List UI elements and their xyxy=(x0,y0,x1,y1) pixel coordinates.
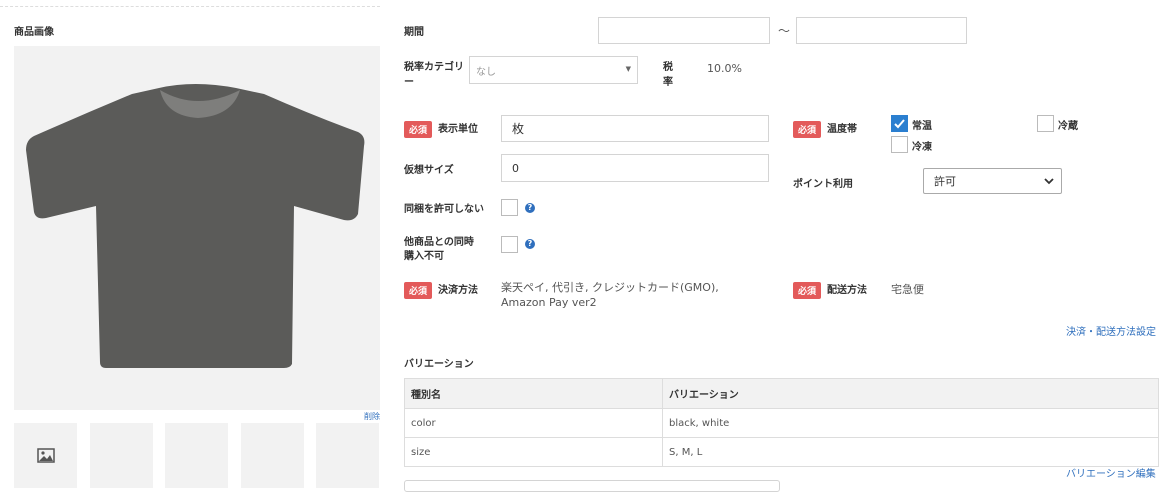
column-header-type: 種別名 xyxy=(404,378,663,409)
temperature-frozen-label: 冷凍 xyxy=(912,142,932,153)
unit-input[interactable]: 枚 xyxy=(501,115,769,142)
simultaneous-checkbox[interactable] xyxy=(501,236,518,253)
required-badge: 必須 xyxy=(793,281,822,299)
unit-label: 表示単位 xyxy=(438,124,479,135)
points-value: 許可 xyxy=(934,175,956,188)
period-end-input[interactable] xyxy=(796,17,967,44)
temperature-label: 温度帯 xyxy=(827,124,858,135)
table-cell: size xyxy=(404,437,663,467)
virtual-size-label: 仮想サイズ xyxy=(404,165,454,176)
payment-label-row: 必須 決済方法 xyxy=(404,281,478,299)
payment-value: 楽天ペイ, 代引き, クレジットカード(GMO), Amazon Pay ver… xyxy=(501,281,719,309)
tax-category-select[interactable]: なし ▼ xyxy=(469,56,638,84)
thumbnail-slot-5[interactable] xyxy=(316,423,379,488)
required-badge: 必須 xyxy=(404,281,433,299)
bundle-label: 同梱を許可しない xyxy=(404,204,484,215)
tax-rate-label: 税率 xyxy=(663,62,673,88)
temperature-normal-checkbox[interactable] xyxy=(891,115,908,132)
points-label: ポイント利用 xyxy=(793,179,853,190)
unit-label-row: 必須 表示単位 xyxy=(404,120,478,138)
period-separator: ～ xyxy=(778,24,791,38)
temperature-normal-label: 常温 xyxy=(912,121,932,132)
tshirt-image xyxy=(26,84,365,368)
bundle-checkbox[interactable] xyxy=(501,199,518,216)
tax-category-label: 税率カテゴリー xyxy=(404,62,464,88)
thumbnail-slot-1[interactable] xyxy=(14,423,77,488)
delete-image-link[interactable]: 削除 xyxy=(364,411,380,422)
period-label: 期間 xyxy=(404,27,424,38)
table-row: size S, M, L xyxy=(404,437,1159,467)
table-cell: S, M, L xyxy=(662,437,1159,467)
shipping-value: 宅急便 xyxy=(891,283,924,296)
check-icon xyxy=(894,119,905,129)
temperature-label-row: 必須 温度帯 xyxy=(793,120,857,138)
variations-table: 種別名 バリエーション color black, white size S, M… xyxy=(404,378,1159,467)
shipping-label: 配送方法 xyxy=(827,285,868,296)
variations-title: バリエーション xyxy=(404,359,474,370)
tax-category-value: なし xyxy=(476,66,496,78)
chevron-down-icon xyxy=(1044,178,1054,185)
bottom-input-partial[interactable] xyxy=(404,480,780,492)
points-select[interactable]: 許可 xyxy=(923,168,1062,194)
help-icon[interactable]: ? xyxy=(525,203,535,213)
thumbnail-slot-4[interactable] xyxy=(241,423,304,488)
shipping-label-row: 必須 配送方法 xyxy=(793,281,867,299)
required-badge: 必須 xyxy=(793,120,822,138)
help-icon[interactable]: ? xyxy=(525,239,535,249)
thumbnail-slot-2[interactable] xyxy=(90,423,153,488)
period-start-input[interactable] xyxy=(598,17,770,44)
image-icon xyxy=(37,448,55,463)
top-divider xyxy=(0,6,380,7)
table-cell: black, white xyxy=(662,408,1159,438)
main-product-image[interactable] xyxy=(14,46,380,410)
temperature-frozen-checkbox[interactable] xyxy=(891,136,908,153)
simultaneous-label: 他商品との同時購入不可 xyxy=(404,237,474,262)
tax-rate-value: 10.0% xyxy=(707,62,742,75)
temperature-chilled-checkbox[interactable] xyxy=(1037,115,1054,132)
table-row: color black, white xyxy=(404,408,1159,438)
virtual-size-input[interactable]: 0 xyxy=(501,154,769,182)
variation-edit-link[interactable]: バリエーション編集 xyxy=(1066,465,1156,480)
table-cell: color xyxy=(404,408,663,438)
payment-shipping-settings-link[interactable]: 決済・配送方法設定 xyxy=(1066,323,1156,338)
column-header-variation: バリエーション xyxy=(662,378,1159,409)
payment-label: 決済方法 xyxy=(438,285,479,296)
dropdown-arrow-icon: ▼ xyxy=(625,65,631,73)
temperature-chilled-label: 冷蔵 xyxy=(1058,121,1078,132)
table-header-row: 種別名 バリエーション xyxy=(404,378,1159,409)
required-badge: 必須 xyxy=(404,120,433,138)
thumbnail-slot-3[interactable] xyxy=(165,423,228,488)
product-image-title: 商品画像 xyxy=(14,27,54,38)
